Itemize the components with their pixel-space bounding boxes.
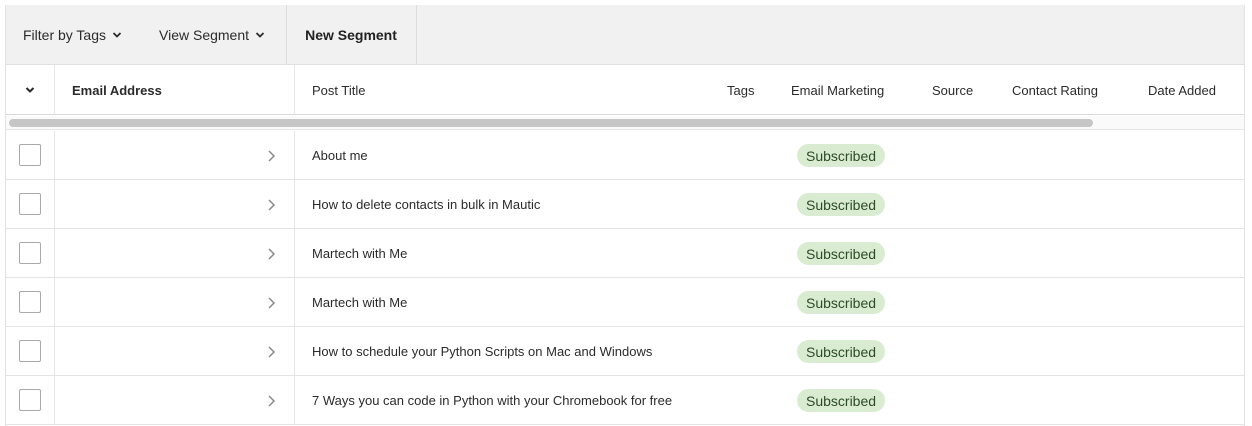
toolbar: Filter by Tags View Segment New Segment bbox=[6, 5, 1244, 65]
new-segment-button[interactable]: New Segment bbox=[286, 5, 416, 65]
status-badge: Subscribed bbox=[797, 340, 886, 363]
status-badge: Subscribed bbox=[797, 389, 886, 412]
column-header-contact-rating[interactable]: Contact Rating bbox=[1012, 65, 1098, 115]
column-header-source[interactable]: Source bbox=[932, 65, 973, 115]
email-cell[interactable] bbox=[54, 278, 295, 326]
chevron-right-icon[interactable] bbox=[266, 247, 276, 261]
chevron-right-icon[interactable] bbox=[266, 198, 276, 212]
table-row[interactable]: Martech with Me Subscribed bbox=[6, 278, 1244, 327]
horizontal-scrollbar[interactable] bbox=[6, 116, 1244, 130]
chevron-down-icon bbox=[112, 32, 122, 38]
column-header-date-added[interactable]: Date Added bbox=[1148, 65, 1216, 115]
chevron-right-icon[interactable] bbox=[266, 394, 276, 408]
chevron-right-icon[interactable] bbox=[266, 345, 276, 359]
table-row[interactable]: How to delete contacts in bulk in Mautic… bbox=[6, 180, 1244, 229]
chevron-right-icon[interactable] bbox=[266, 296, 276, 310]
new-segment-label: New Segment bbox=[305, 27, 397, 43]
row-checkbox[interactable] bbox=[19, 291, 41, 313]
email-cell[interactable] bbox=[54, 376, 295, 424]
email-cell[interactable] bbox=[54, 327, 295, 375]
row-select-cell bbox=[6, 376, 55, 424]
email-cell[interactable] bbox=[54, 229, 295, 277]
status-badge: Subscribed bbox=[797, 242, 886, 265]
view-segment-dropdown[interactable]: View Segment bbox=[159, 5, 265, 65]
email-cell[interactable] bbox=[54, 131, 295, 179]
chevron-right-icon[interactable] bbox=[266, 149, 276, 163]
row-checkbox[interactable] bbox=[19, 242, 41, 264]
table-body: About me Subscribed How to delete contac… bbox=[6, 131, 1244, 425]
filter-by-tags-label: Filter by Tags bbox=[23, 27, 106, 43]
row-checkbox[interactable] bbox=[19, 144, 41, 166]
view-segment-label: View Segment bbox=[159, 27, 250, 43]
row-select-cell bbox=[6, 327, 55, 375]
row-select-cell bbox=[6, 180, 55, 228]
email-cell[interactable] bbox=[54, 180, 295, 228]
column-header-tags[interactable]: Tags bbox=[727, 65, 754, 115]
table-row[interactable]: How to schedule your Python Scripts on M… bbox=[6, 327, 1244, 376]
column-header-email-marketing[interactable]: Email Marketing bbox=[791, 65, 884, 115]
row-select-cell bbox=[6, 278, 55, 326]
post-title-cell: Martech with Me bbox=[312, 245, 408, 261]
column-divider bbox=[294, 65, 295, 115]
status-badge: Subscribed bbox=[797, 144, 886, 167]
scrollbar-thumb[interactable] bbox=[9, 119, 1093, 127]
chevron-down-icon bbox=[25, 87, 35, 93]
post-title-cell: About me bbox=[312, 147, 368, 163]
post-title-cell: How to schedule your Python Scripts on M… bbox=[312, 343, 653, 359]
post-title-cell: How to delete contacts in bulk in Mautic bbox=[312, 196, 541, 212]
post-title-cell: Martech with Me bbox=[312, 294, 408, 310]
column-header-email[interactable]: Email Address bbox=[72, 65, 162, 115]
toolbar-divider bbox=[416, 5, 417, 65]
column-header-post-title[interactable]: Post Title bbox=[312, 65, 365, 115]
table-row[interactable]: Martech with Me Subscribed bbox=[6, 229, 1244, 278]
filter-by-tags-dropdown[interactable]: Filter by Tags bbox=[23, 5, 122, 65]
contacts-panel: Filter by Tags View Segment New Segment … bbox=[5, 5, 1245, 426]
status-badge: Subscribed bbox=[797, 193, 886, 216]
row-select-cell bbox=[6, 131, 55, 179]
row-checkbox[interactable] bbox=[19, 193, 41, 215]
table-row[interactable]: About me Subscribed bbox=[6, 131, 1244, 180]
row-select-cell bbox=[6, 229, 55, 277]
status-badge: Subscribed bbox=[797, 291, 886, 314]
select-all-dropdown[interactable] bbox=[6, 65, 55, 115]
row-checkbox[interactable] bbox=[19, 340, 41, 362]
table-row[interactable]: 7 Ways you can code in Python with your … bbox=[6, 376, 1244, 425]
chevron-down-icon bbox=[255, 32, 265, 38]
post-title-cell: 7 Ways you can code in Python with your … bbox=[312, 392, 673, 408]
row-checkbox[interactable] bbox=[19, 389, 41, 411]
table-header: Email Address Post Title Tags Email Mark… bbox=[6, 65, 1244, 115]
